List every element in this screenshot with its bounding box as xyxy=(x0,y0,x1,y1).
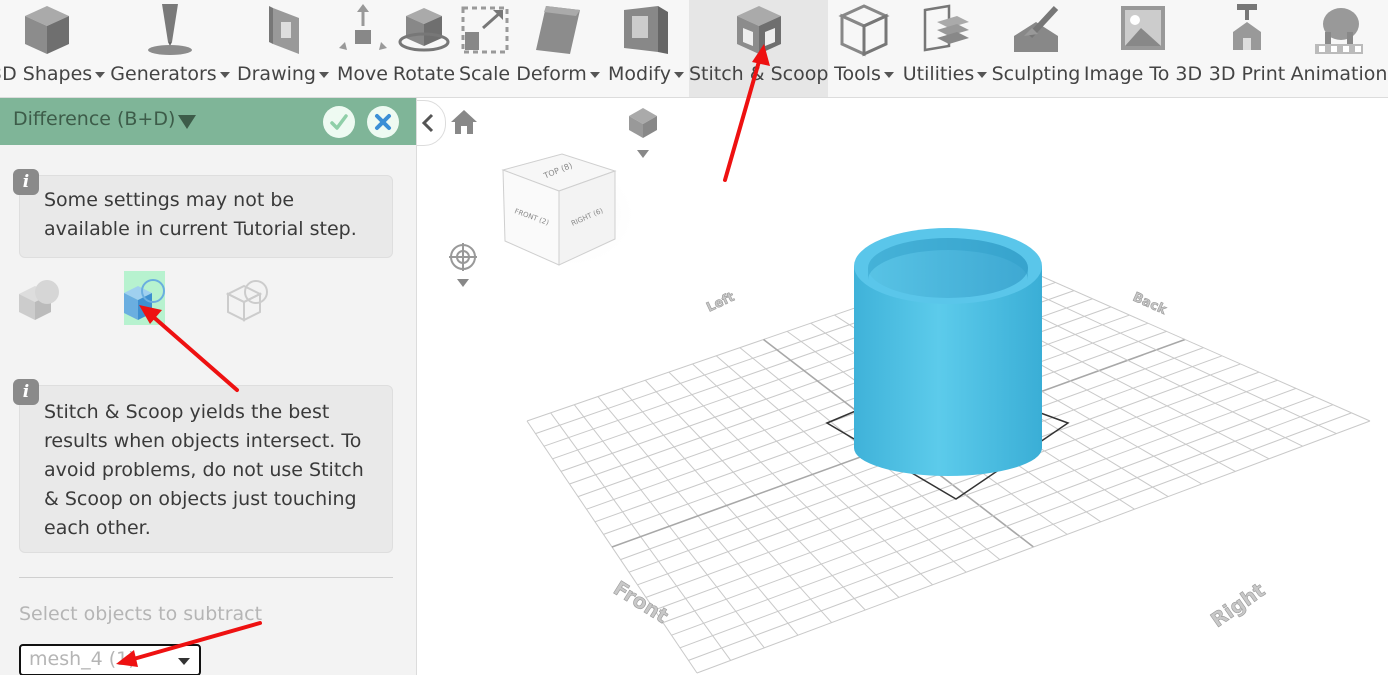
cylinder-object[interactable] xyxy=(854,228,1042,476)
toolbar-modify[interactable]: Modify xyxy=(604,0,688,97)
toolbar-3d-shapes[interactable]: 3D Shapes xyxy=(0,0,106,97)
3d-print-icon xyxy=(1233,4,1261,50)
grid-line xyxy=(999,257,1371,422)
confirm-button[interactable] xyxy=(323,106,355,138)
toolbar-3d-print[interactable]: 3D Print xyxy=(1205,0,1289,97)
utilities-icon xyxy=(923,4,969,52)
deform-icon xyxy=(536,6,580,54)
toolbar-label: Modify xyxy=(608,63,671,85)
subtract-object-select[interactable]: mesh_4 (1) xyxy=(19,644,201,675)
toolbar-sculpting[interactable]: Sculpting xyxy=(991,0,1081,97)
chevron-down-icon[interactable] xyxy=(178,115,196,129)
3d-viewport[interactable]: TOP (8) FRONT (2) RIGHT (6) Front Right … xyxy=(417,98,1388,675)
chevron-down-icon xyxy=(977,71,988,78)
chevron-down-icon xyxy=(95,71,106,78)
divider xyxy=(19,577,393,578)
tutorial-info-box: i Some settings may not be available in … xyxy=(13,169,393,258)
toolbar-stitch-scoop[interactable]: Stitch & Scoop xyxy=(689,0,828,97)
toolbar-image-to-3d[interactable]: Image To 3D xyxy=(1082,0,1204,97)
cube-icon xyxy=(24,6,69,54)
toolbar-label: Sculpting xyxy=(991,63,1081,85)
info-icon: i xyxy=(13,379,39,405)
toolbar-label: Move xyxy=(337,63,388,85)
panel-title: Difference (B+D) xyxy=(13,108,176,130)
toolbar-label: Tools xyxy=(834,63,881,85)
stitch-scoop-panel: Difference (B+D) i Some settings may not… xyxy=(0,98,417,675)
panel-header: Difference (B+D) xyxy=(0,98,416,145)
scene: Front Right Back Left xyxy=(526,228,1371,674)
info-icon: i xyxy=(13,169,39,195)
toolbar-label: 3D Print xyxy=(1208,63,1286,85)
toolbar-tools[interactable]: Tools xyxy=(829,0,899,97)
animation-icon xyxy=(1315,8,1363,54)
toolbar-scale[interactable]: Scale xyxy=(457,0,512,97)
stitch-scoop-info-box: i Stitch & Scoop yields the best results… xyxy=(13,379,393,553)
chevron-down-icon xyxy=(178,658,190,665)
generator-icon xyxy=(148,4,192,55)
toolbar-label: Scale xyxy=(458,63,511,85)
toolbar-label: Image To 3D xyxy=(1083,63,1203,85)
toolbar-label: Utilities xyxy=(902,63,975,85)
toolbar-rotate[interactable]: Rotate xyxy=(392,0,456,97)
move-icon xyxy=(338,4,387,50)
stitch-scoop-info-text: Stitch & Scoop yields the best results w… xyxy=(44,401,364,539)
axis-label-left: Left xyxy=(704,290,737,316)
toolbar-deform[interactable]: Deform xyxy=(513,0,603,97)
toolbar-label: 3D Shapes xyxy=(0,63,93,85)
scale-icon xyxy=(461,6,508,54)
stitch-scoop-icon xyxy=(736,6,781,54)
chevron-down-icon xyxy=(319,71,329,78)
toolbar-utilities[interactable]: Utilities xyxy=(900,0,990,97)
cancel-button[interactable] xyxy=(367,106,399,138)
axis-label-back: Back xyxy=(1130,290,1168,318)
union-icon[interactable] xyxy=(17,278,61,322)
chevron-down-icon xyxy=(219,71,230,78)
toolbar-generators[interactable]: Generators xyxy=(108,0,232,97)
drawing-icon xyxy=(269,6,299,54)
rotate-icon xyxy=(398,8,450,52)
modify-icon xyxy=(624,6,668,54)
toolbar-move[interactable]: Move xyxy=(334,0,391,97)
main-toolbar: 3D Shapes Generators Drawing Move Rotate xyxy=(0,0,1388,98)
subtract-select-value: mesh_4 (1) xyxy=(29,648,136,670)
chevron-down-icon xyxy=(883,71,894,78)
toolbar-animation[interactable]: Animation xyxy=(1290,0,1388,97)
toolbar-label: Stitch & Scoop xyxy=(689,63,829,85)
chevron-down-icon xyxy=(673,71,684,78)
close-icon xyxy=(375,114,391,130)
toolbar-label: Generators xyxy=(110,63,217,85)
toolbar-drawing[interactable]: Drawing xyxy=(233,0,333,97)
axis-label-right: Right xyxy=(1206,578,1270,633)
toolbar-label: Drawing xyxy=(236,63,316,85)
toolbar-label: Rotate xyxy=(392,63,456,85)
chevron-down-icon xyxy=(589,71,600,78)
sculpting-icon xyxy=(1014,5,1059,52)
subtract-label: Select objects to subtract xyxy=(19,603,263,625)
difference-icon[interactable] xyxy=(122,278,166,322)
image-to-3d-icon xyxy=(1121,6,1165,50)
intersection-icon[interactable] xyxy=(226,278,270,322)
tools-icon xyxy=(838,4,890,57)
toolbar-label: Deform xyxy=(516,63,587,85)
toolbar-label: Animation xyxy=(1290,63,1388,85)
tutorial-info-text: Some settings may not be available in cu… xyxy=(44,189,357,240)
check-icon xyxy=(330,114,348,130)
